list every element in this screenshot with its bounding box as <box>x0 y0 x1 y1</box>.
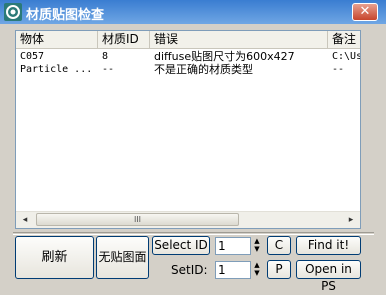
table-header: 物体 材质ID 错误 备注 <box>16 31 360 49</box>
window-title: 材质贴图检查 <box>26 8 105 23</box>
cell-error: diffuse贴图尺寸为600x427 <box>154 50 295 63</box>
table-row[interactable]: Particle ... -- 不是正确的材质类型 -- <box>16 63 360 76</box>
close-button[interactable]: ✕ <box>352 3 378 21</box>
spin-up-icon[interactable]: ▲ <box>252 237 262 245</box>
divider <box>13 232 374 235</box>
select-id-input[interactable]: 1 <box>215 237 251 255</box>
spin-down-icon[interactable]: ▼ <box>252 269 262 277</box>
spin-down-icon[interactable]: ▼ <box>252 245 262 253</box>
scroll-thumb[interactable]: III <box>36 213 239 226</box>
material-check-window: 材质贴图检查 ✕ 物体 材质ID 错误 备注 C057 8 diffuse贴图尺… <box>0 0 386 294</box>
refresh-button[interactable]: 刷新 <box>15 236 94 279</box>
cell-note: C:\Us <box>332 51 361 62</box>
scroll-right-icon[interactable]: ▸ <box>344 213 358 227</box>
horizontal-scrollbar[interactable]: ◂ III ▸ <box>16 211 360 228</box>
column-header-object[interactable]: 物体 <box>16 31 98 48</box>
column-header-material-id[interactable]: 材质ID <box>98 31 150 48</box>
app-icon <box>4 3 22 21</box>
cell-error: 不是正确的材质类型 <box>154 63 253 76</box>
set-id-label: SetID: <box>171 263 208 277</box>
select-id-spinner[interactable]: ▲ ▼ <box>252 237 262 253</box>
open-in-ps-button[interactable]: Open in PS <box>296 260 361 293</box>
close-icon: ✕ <box>359 4 371 19</box>
cell-object: Particle ... <box>20 64 93 75</box>
table-row[interactable]: C057 8 diffuse贴图尺寸为600x427 C:\Us <box>16 50 360 63</box>
scroll-left-icon[interactable]: ◂ <box>18 213 32 227</box>
select-id-button[interactable]: Select ID <box>152 236 210 255</box>
no-texture-faces-button[interactable]: 无贴图面 <box>96 236 149 279</box>
cell-material-id: 8 <box>102 51 109 62</box>
cell-note: -- <box>332 64 345 75</box>
scroll-grip-icon: III <box>133 215 142 224</box>
cell-material-id: -- <box>102 64 115 75</box>
set-id-spinner[interactable]: ▲ ▼ <box>252 261 262 277</box>
set-id-input[interactable]: 1 <box>215 261 251 279</box>
cell-object: C057 <box>20 51 45 62</box>
column-header-note[interactable]: 备注 <box>328 31 360 48</box>
c-button[interactable]: C <box>267 236 291 255</box>
find-it-button[interactable]: Find it! <box>296 236 361 255</box>
spin-up-icon[interactable]: ▲ <box>252 261 262 269</box>
column-header-error[interactable]: 错误 <box>150 31 328 48</box>
p-button[interactable]: P <box>267 260 291 279</box>
results-table[interactable]: 物体 材质ID 错误 备注 C057 8 diffuse贴图尺寸为600x427… <box>15 30 361 229</box>
title-bar[interactable]: 材质贴图检查 ✕ <box>0 0 386 24</box>
